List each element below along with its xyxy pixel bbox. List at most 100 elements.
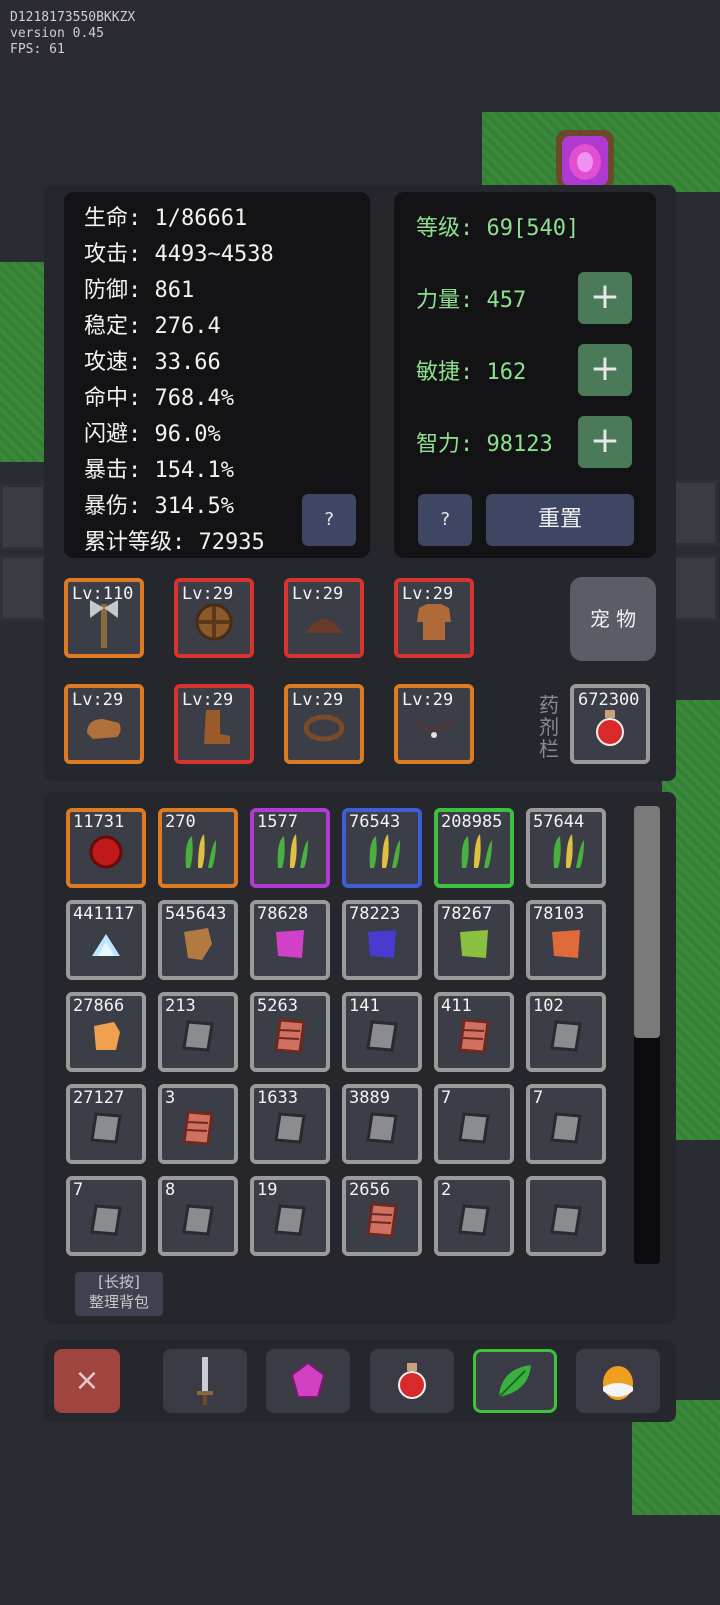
pet-button[interactable]: 宠 物 xyxy=(570,577,656,661)
debug-info: D1218173550BKKZX version 0.45 FPS: 61 xyxy=(10,10,135,58)
potion-bar-label: 药剂栏 xyxy=(539,693,559,761)
inventory-slot[interactable]: 102 xyxy=(526,992,606,1072)
inventory-slot[interactable]: 3 xyxy=(158,1084,238,1164)
inventory-slot[interactable]: 545643 xyxy=(158,900,238,980)
helmet-icon xyxy=(306,618,342,633)
item-count: 411 xyxy=(441,996,472,1016)
stone-icon xyxy=(366,1019,398,1052)
tab-herbs[interactable] xyxy=(473,1349,557,1413)
inventory-slot[interactable]: 8 xyxy=(158,1176,238,1256)
axe-icon xyxy=(90,599,118,648)
item-count: 7 xyxy=(441,1088,452,1108)
inventory-slot[interactable]: 270 xyxy=(158,808,238,888)
inventory-slot[interactable]: 27127 xyxy=(66,1084,146,1164)
item-count: 102 xyxy=(533,996,564,1016)
tab-gems[interactable] xyxy=(266,1349,350,1413)
inventory-slot[interactable]: 213 xyxy=(158,992,238,1072)
agility-text: 敏捷: 162 xyxy=(416,360,527,385)
inventory-slot[interactable]: 441117 xyxy=(66,900,146,980)
cloth-orange-icon xyxy=(552,929,580,958)
item-count: 545643 xyxy=(165,904,227,924)
inventory-slot[interactable]: 7 xyxy=(434,1084,514,1164)
stat-crit: 暴击: 154.1% xyxy=(84,458,234,483)
ring-icon xyxy=(303,714,345,742)
item-count: 11731 xyxy=(73,812,125,832)
item-count: 141 xyxy=(349,996,380,1016)
stone-icon xyxy=(182,1019,214,1052)
sort-inventory-button[interactable]: [长按] 整理背包 xyxy=(75,1272,163,1316)
stat-crit-damage: 暴伤: 314.5% xyxy=(84,494,234,519)
inventory-slot[interactable]: 78103 xyxy=(526,900,606,980)
stone-icon xyxy=(550,1111,582,1144)
stone-icon xyxy=(182,1203,214,1236)
equip-slot-weapon[interactable]: Lv:110 xyxy=(64,578,144,658)
inventory-slot[interactable]: 57644 xyxy=(526,808,606,888)
tab-potions[interactable] xyxy=(370,1349,454,1413)
glove-icon xyxy=(87,718,121,739)
inventory-slot[interactable]: 1577 xyxy=(250,808,330,888)
cloth-blue-icon xyxy=(368,929,396,958)
inventory-slot[interactable]: 19 xyxy=(250,1176,330,1256)
add-agility-button[interactable]: + xyxy=(578,344,632,396)
stone-icon xyxy=(366,1111,398,1144)
red-orb-icon xyxy=(89,835,123,869)
item-count: 78103 xyxy=(533,904,585,924)
stat-hp: 生命: 1/86661 xyxy=(84,206,248,231)
item-count: 78223 xyxy=(349,904,401,924)
stats-help-button[interactable]: ? xyxy=(302,494,356,546)
add-intelligence-button[interactable]: + xyxy=(578,416,632,468)
equip-slot-boots[interactable]: Lv:29 xyxy=(174,684,254,764)
reset-button[interactable]: 重置 xyxy=(486,494,634,546)
equip-level: Lv:29 xyxy=(402,690,454,710)
item-count: 208985 xyxy=(441,812,503,832)
inventory-slot[interactable]: 76543 xyxy=(342,808,422,888)
item-count: 441117 xyxy=(73,904,135,924)
inventory-slot[interactable]: 7 xyxy=(526,1084,606,1164)
stone-icon xyxy=(550,1019,582,1052)
inventory-slot[interactable]: 2656 xyxy=(342,1176,422,1256)
item-count: 1633 xyxy=(257,1088,298,1108)
inventory-slot[interactable]: 1633 xyxy=(250,1084,330,1164)
inventory-slot[interactable]: 78223 xyxy=(342,900,422,980)
leaf-icon xyxy=(498,1365,531,1398)
equip-slot-armor[interactable]: Lv:29 xyxy=(394,578,474,658)
equip-slot-gloves[interactable]: Lv:29 xyxy=(64,684,144,764)
equip-slot-shield[interactable]: Lv:29 xyxy=(174,578,254,658)
equip-slot-ring[interactable]: Lv:29 xyxy=(284,684,364,764)
inventory-slot[interactable]: 3889 xyxy=(342,1084,422,1164)
inventory-slot[interactable]: 5263 xyxy=(250,992,330,1072)
inventory-slot[interactable]: 7 xyxy=(66,1176,146,1256)
item-count: 270 xyxy=(165,812,196,832)
item-count: 19 xyxy=(257,1180,278,1200)
tab-eggs[interactable] xyxy=(576,1349,660,1413)
ore-icon xyxy=(94,1021,120,1050)
inventory-slot[interactable] xyxy=(526,1176,606,1256)
stat-hit: 命中: 768.4% xyxy=(84,386,234,411)
attributes-help-button[interactable]: ? xyxy=(418,494,472,546)
scrollbar-thumb[interactable] xyxy=(634,806,660,1038)
boot-icon xyxy=(204,709,230,744)
grass-patch-left xyxy=(0,262,44,462)
inventory-slot[interactable]: 141 xyxy=(342,992,422,1072)
close-button[interactable]: × xyxy=(54,1349,120,1413)
inventory-slot[interactable]: 208985 xyxy=(434,808,514,888)
stone-icon xyxy=(90,1111,122,1144)
floor-tile xyxy=(0,484,46,550)
tab-weapons[interactable] xyxy=(163,1349,247,1413)
add-strength-button[interactable]: + xyxy=(578,272,632,324)
potion-slot[interactable]: 672300 xyxy=(570,684,650,764)
item-count: 57644 xyxy=(533,812,585,832)
inventory-slot[interactable]: 27866 xyxy=(66,992,146,1072)
herb-icon xyxy=(185,833,216,868)
inventory-slot[interactable]: 411 xyxy=(434,992,514,1072)
equip-slot-helmet[interactable]: Lv:29 xyxy=(284,578,364,658)
inventory-scrollbar[interactable] xyxy=(634,806,660,1264)
equip-slot-necklace[interactable]: Lv:29 xyxy=(394,684,474,764)
inventory-slot[interactable]: 78267 xyxy=(434,900,514,980)
fps-text: FPS: 61 xyxy=(10,42,65,57)
inventory-slot[interactable]: 11731 xyxy=(66,808,146,888)
brick-icon xyxy=(366,1201,398,1238)
inventory-slot[interactable]: 78628 xyxy=(250,900,330,980)
inventory-slot[interactable]: 2 xyxy=(434,1176,514,1256)
item-count: 2656 xyxy=(349,1180,390,1200)
